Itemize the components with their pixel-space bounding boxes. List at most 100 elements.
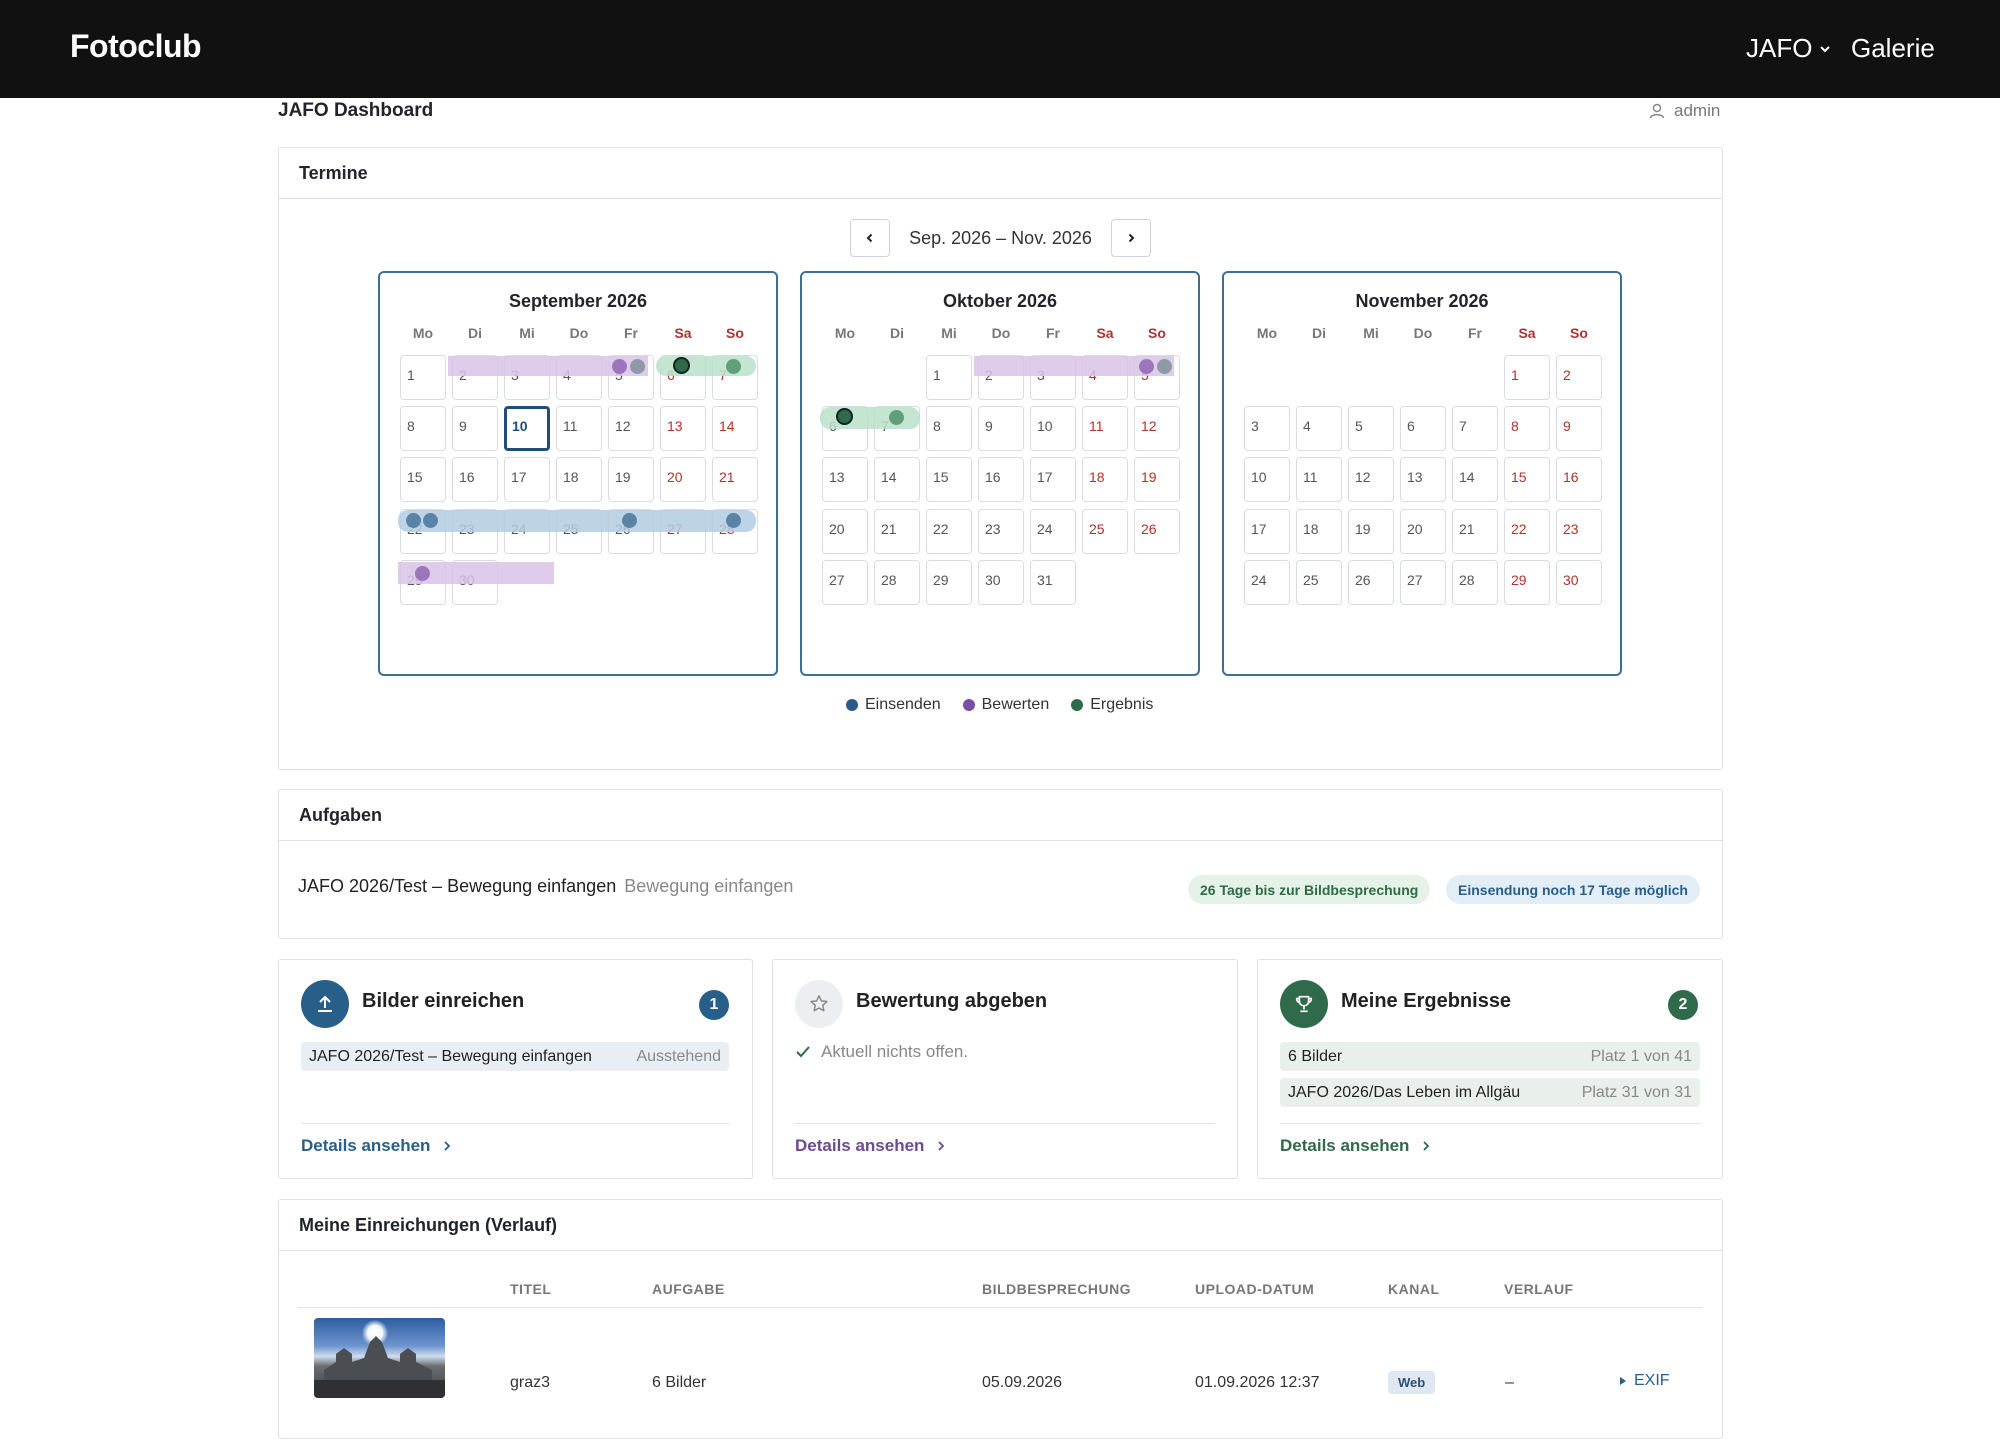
calendar-day[interactable]: 5 <box>1134 355 1180 400</box>
calendar-day[interactable]: 31 <box>1030 560 1076 605</box>
calendar-day[interactable]: 11 <box>1296 457 1342 502</box>
task-row[interactable]: JAFO 2026/Test – Bewegung einfangen Beweg… <box>298 876 793 897</box>
calendar-day[interactable]: 13 <box>822 457 868 502</box>
calendar-day[interactable]: 15 <box>926 457 972 502</box>
calendar-day[interactable]: 27 <box>1400 560 1446 605</box>
calendar-day[interactable]: 11 <box>1082 406 1128 451</box>
results-details-link[interactable]: Details ansehen <box>1280 1136 1431 1156</box>
calendar-day[interactable]: 2 <box>452 355 498 400</box>
calendar-day[interactable]: 13 <box>660 406 706 451</box>
calendar-day[interactable]: 10 <box>1030 406 1076 451</box>
calendar-day[interactable]: 17 <box>1244 509 1290 554</box>
calendar-day[interactable]: 18 <box>1082 457 1128 502</box>
result-item[interactable]: JAFO 2026/Das Leben im Allgäu Platz 31 v… <box>1280 1078 1700 1107</box>
calendar-day[interactable]: 12 <box>1348 457 1394 502</box>
calendar-day[interactable]: 9 <box>978 406 1024 451</box>
brand-logo[interactable]: Fotoclub <box>70 28 202 65</box>
calendar-day[interactable]: 15 <box>1504 457 1550 502</box>
calendar-day[interactable]: 25 <box>1082 509 1128 554</box>
calendar-day[interactable]: 30 <box>1556 560 1602 605</box>
calendar-day[interactable]: 9 <box>1556 406 1602 451</box>
nav-galerie-link[interactable]: Galerie <box>1851 33 1935 64</box>
result-item[interactable]: 6 Bilder Platz 1 von 41 <box>1280 1042 1700 1071</box>
calendar-day[interactable]: 17 <box>504 457 550 502</box>
calendar-day[interactable]: 26 <box>608 509 654 554</box>
calendar-day[interactable]: 23 <box>978 509 1024 554</box>
nav-jafo-dropdown[interactable]: JAFO <box>1746 33 1832 64</box>
calendar-day[interactable]: 17 <box>1030 457 1076 502</box>
calendar-day[interactable]: 30 <box>978 560 1024 605</box>
calendar-day[interactable]: 3 <box>504 355 550 400</box>
calendar-day[interactable]: 1 <box>1504 355 1550 400</box>
calendar-day[interactable]: 30 <box>452 560 498 605</box>
prev-range-button[interactable] <box>850 219 890 257</box>
calendar-day[interactable]: 26 <box>1134 509 1180 554</box>
calendar-day[interactable]: 27 <box>660 509 706 554</box>
submit-item[interactable]: JAFO 2026/Test – Bewegung einfangen Auss… <box>301 1042 729 1071</box>
calendar-day[interactable]: 27 <box>822 560 868 605</box>
calendar-day[interactable]: 24 <box>504 509 550 554</box>
calendar-day[interactable]: 12 <box>608 406 654 451</box>
calendar-day[interactable]: 12 <box>1134 406 1180 451</box>
calendar-day[interactable]: 9 <box>452 406 498 451</box>
calendar-day[interactable]: 10 <box>1244 457 1290 502</box>
calendar-day[interactable]: 5 <box>608 355 654 400</box>
calendar-day[interactable]: 4 <box>556 355 602 400</box>
calendar-day[interactable]: 20 <box>1400 509 1446 554</box>
submit-details-link[interactable]: Details ansehen <box>301 1136 452 1156</box>
calendar-day[interactable]: 6 <box>1400 406 1446 451</box>
calendar-day[interactable]: 21 <box>712 457 758 502</box>
calendar-day[interactable]: 22 <box>926 509 972 554</box>
calendar-day[interactable]: 15 <box>400 457 446 502</box>
calendar-day[interactable]: 14 <box>874 457 920 502</box>
calendar-day[interactable]: 13 <box>1400 457 1446 502</box>
calendar-day[interactable]: 16 <box>978 457 1024 502</box>
calendar-day[interactable]: 22 <box>400 509 446 554</box>
calendar-day[interactable]: 25 <box>556 509 602 554</box>
rate-details-link[interactable]: Details ansehen <box>795 1136 946 1156</box>
calendar-day[interactable]: 7 <box>1452 406 1498 451</box>
calendar-day[interactable]: 26 <box>1348 560 1394 605</box>
calendar-day[interactable]: 3 <box>1244 406 1290 451</box>
calendar-day[interactable]: 1 <box>400 355 446 400</box>
calendar-day[interactable]: 14 <box>712 406 758 451</box>
calendar-day[interactable]: 25 <box>1296 560 1342 605</box>
calendar-day[interactable]: 21 <box>1452 509 1498 554</box>
calendar-day[interactable]: 28 <box>1452 560 1498 605</box>
calendar-day[interactable]: 23 <box>452 509 498 554</box>
calendar-day[interactable]: 21 <box>874 509 920 554</box>
calendar-day[interactable]: 28 <box>712 509 758 554</box>
calendar-day[interactable]: 19 <box>1134 457 1180 502</box>
calendar-day[interactable]: 11 <box>556 406 602 451</box>
calendar-day[interactable]: 28 <box>874 560 920 605</box>
calendar-day[interactable]: 29 <box>1504 560 1550 605</box>
next-range-button[interactable] <box>1111 219 1151 257</box>
calendar-day[interactable]: 4 <box>1296 406 1342 451</box>
calendar-day[interactable]: 3 <box>1030 355 1076 400</box>
calendar-day[interactable]: 7 <box>874 406 920 451</box>
calendar-day[interactable]: 6 <box>660 355 706 400</box>
calendar-day[interactable]: 23 <box>1556 509 1602 554</box>
calendar-day[interactable]: 29 <box>400 560 446 605</box>
calendar-day[interactable]: 8 <box>1504 406 1550 451</box>
calendar-day[interactable]: 4 <box>1082 355 1128 400</box>
submission-thumbnail[interactable] <box>314 1318 445 1398</box>
calendar-day[interactable]: 24 <box>1244 560 1290 605</box>
calendar-day[interactable]: 6 <box>822 406 868 451</box>
calendar-day[interactable]: 19 <box>1348 509 1394 554</box>
calendar-day[interactable]: 18 <box>556 457 602 502</box>
calendar-day[interactable]: 14 <box>1452 457 1498 502</box>
calendar-day[interactable]: 5 <box>1348 406 1394 451</box>
calendar-day[interactable]: 8 <box>926 406 972 451</box>
calendar-day[interactable]: 18 <box>1296 509 1342 554</box>
calendar-day[interactable]: 1 <box>926 355 972 400</box>
calendar-day[interactable]: 20 <box>822 509 868 554</box>
calendar-day[interactable]: 7 <box>712 355 758 400</box>
calendar-day[interactable]: 19 <box>608 457 654 502</box>
calendar-day[interactable]: 2 <box>1556 355 1602 400</box>
calendar-day[interactable]: 22 <box>1504 509 1550 554</box>
exif-toggle[interactable]: EXIF <box>1618 1372 1670 1390</box>
calendar-day[interactable]: 29 <box>926 560 972 605</box>
calendar-day[interactable]: 2 <box>978 355 1024 400</box>
calendar-day[interactable]: 24 <box>1030 509 1076 554</box>
